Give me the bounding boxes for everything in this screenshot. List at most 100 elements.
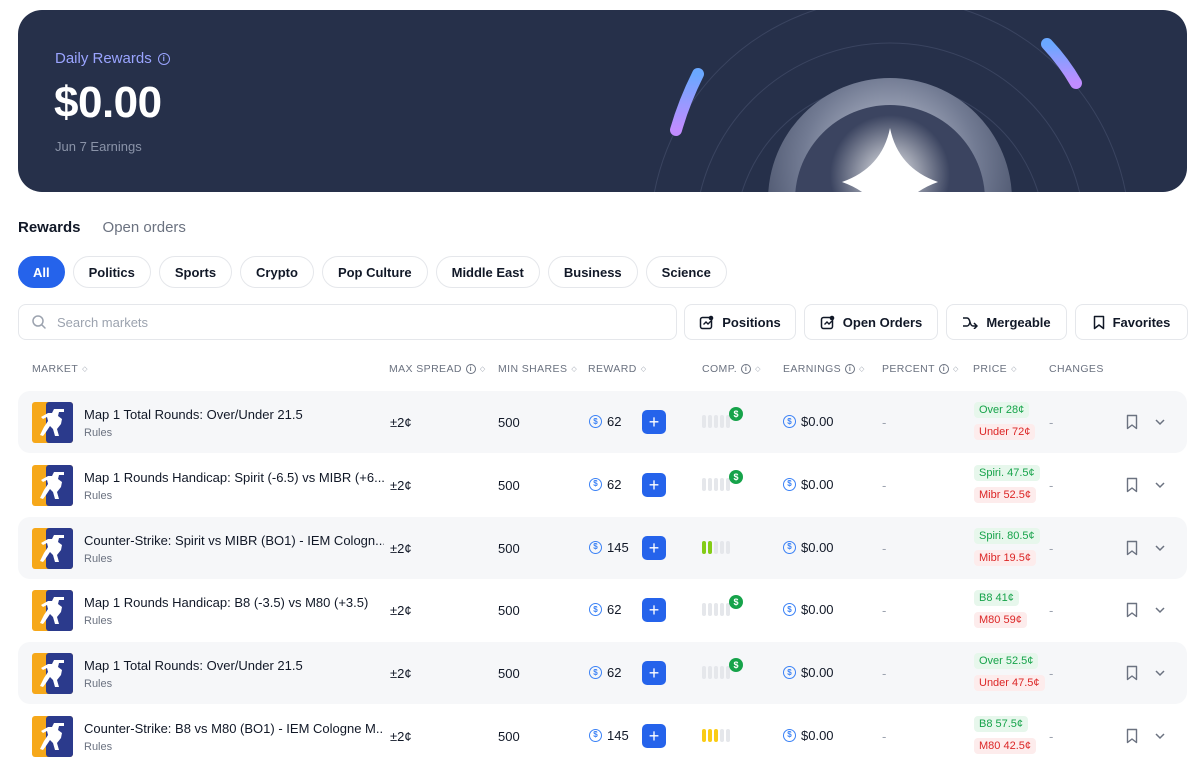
price-yes-badge[interactable]: Over 52.5¢ [974,653,1039,670]
market-name[interactable]: Map 1 Total Rounds: Over/Under 21.5 [84,407,384,422]
competition-meter [702,477,730,491]
max-spread-value: ±2¢ [390,477,412,493]
table-row[interactable]: Counter-Strike: B8 vs M80 (BO1) - IEM Co… [18,705,1187,760]
bookmark-icon[interactable] [1125,728,1139,744]
bookmark-icon[interactable] [1125,414,1139,430]
table-row[interactable]: Map 1 Total Rounds: Over/Under 21.5 Rules… [18,642,1187,705]
competition-bar [720,477,724,491]
rules-link[interactable]: Rules [84,615,112,627]
chevron-down-icon[interactable] [1153,415,1167,429]
price-no-badge[interactable]: M80 59¢ [974,612,1027,629]
reward-value: $62 [589,602,621,617]
positions-button[interactable]: Positions [684,304,796,340]
add-reward-button[interactable]: + [642,535,666,560]
max-spread-value: ±2¢ [390,666,412,682]
add-reward-button[interactable]: + [642,472,666,497]
col-min-shares[interactable]: MIN SHARES ◇ [498,363,577,375]
rules-link[interactable]: Rules [84,741,112,753]
price-yes-badge[interactable]: Over 28¢ [974,402,1030,418]
tab-rewards[interactable]: Rewards [18,219,81,236]
bookmark-icon[interactable] [1125,665,1139,681]
col-comp[interactable]: COMP. i ◇ [702,363,761,375]
table-row[interactable]: Map 1 Total Rounds: Over/Under 21.5 Rules… [18,391,1187,453]
open-orders-button[interactable]: Open Orders [804,304,938,340]
table-row[interactable]: Map 1 Rounds Handicap: B8 (-3.5) vs M80 … [18,579,1187,641]
category-pop-culture[interactable]: Pop Culture [321,256,428,288]
col-price[interactable]: PRICE ◇ [973,363,1017,375]
mergeable-button[interactable]: Mergeable [946,304,1067,340]
competition-bar [708,603,712,617]
market-name[interactable]: Map 1 Rounds Handicap: B8 (-3.5) vs M80 … [84,595,384,610]
bookmark-icon[interactable] [1125,477,1139,493]
rules-link[interactable]: Rules [84,553,112,565]
coin-icon: $ [783,477,796,491]
min-shares-value: 500 [498,728,520,744]
coin-icon: $ [783,666,796,680]
price-yes-badge[interactable]: Spiri. 80.5¢ [974,527,1040,544]
coin-icon: $ [783,728,796,742]
col-reward[interactable]: REWARD ◇ [588,363,646,375]
changes-value: - [1049,666,1054,682]
price-no-badge[interactable]: Under 72¢ [974,424,1036,440]
competition-bar [708,415,712,428]
earnings-date: Jun 7 Earnings [55,139,142,154]
bookmark-icon[interactable] [1125,602,1139,618]
rules-link[interactable]: Rules [84,490,112,502]
col-earnings[interactable]: EARNINGS i ◇ [783,363,865,375]
table-row[interactable]: Counter-Strike: Spirit vs MIBR (BO1) - I… [18,516,1187,579]
price-yes-badge[interactable]: Spiri. 47.5¢ [974,464,1040,481]
chevron-down-icon[interactable] [1153,729,1167,743]
competition-meter [702,540,730,554]
percent-value: - [882,666,887,682]
bookmark-icon[interactable] [1125,540,1139,556]
add-reward-button[interactable]: + [642,661,666,686]
price-no-badge[interactable]: Under 47.5¢ [974,675,1045,692]
counter-strike-logo [32,653,73,695]
col-percent-label: PERCENT [882,363,935,375]
rules-link[interactable]: Rules [84,678,112,690]
market-name[interactable]: Map 1 Rounds Handicap: Spirit (-6.5) vs … [84,470,384,485]
add-reward-button[interactable]: + [642,723,666,748]
add-reward-button[interactable]: + [642,410,666,434]
competition-bar [720,728,724,742]
chevron-down-icon[interactable] [1153,541,1167,555]
table-row[interactable]: Map 1 Rounds Handicap: Spirit (-6.5) vs … [18,454,1187,516]
col-percent[interactable]: PERCENT i ◇ [882,363,959,375]
chevron-down-icon[interactable] [1153,478,1167,492]
earnings-value: $ $0.00 [783,540,834,555]
category-sports[interactable]: Sports [158,256,233,288]
chevron-down-icon[interactable] [1153,666,1167,680]
market-actions: Positions Open Orders Mergeable Favorite… [684,304,1188,340]
chevron-down-icon[interactable] [1153,603,1167,617]
price-no-badge[interactable]: M80 42.5¢ [974,737,1036,754]
min-shares-value: 500 [498,415,520,430]
category-politics[interactable]: Politics [72,256,151,288]
price-yes-badge[interactable]: B8 41¢ [974,590,1019,607]
col-market[interactable]: MARKET ◇ [32,363,88,375]
market-name[interactable]: Counter-Strike: Spirit vs MIBR (BO1) - I… [84,533,384,548]
percent-value: - [882,540,887,556]
favorites-button[interactable]: Favorites [1075,304,1188,340]
rules-link[interactable]: Rules [84,427,112,439]
market-name[interactable]: Map 1 Total Rounds: Over/Under 21.5 [84,658,384,673]
market-name[interactable]: Counter-Strike: B8 vs M80 (BO1) - IEM Co… [84,721,384,736]
price-no-badge[interactable]: Mibr 52.5¢ [974,486,1036,503]
col-earnings-label: EARNINGS [783,363,842,375]
category-business[interactable]: Business [547,256,638,288]
info-icon[interactable]: i [157,52,170,65]
search-input[interactable] [57,314,657,330]
category-all[interactable]: All [18,256,65,288]
daily-rewards-amount: $0.00 [54,78,162,127]
competition-bar [720,540,724,554]
add-reward-button[interactable]: + [642,598,666,623]
category-crypto[interactable]: Crypto [240,256,314,288]
reward-value: $145 [589,540,629,555]
tab-open-orders[interactable]: Open orders [103,219,186,236]
price-no-badge[interactable]: Mibr 19.5¢ [974,549,1036,566]
coin-icon: $ [589,603,602,617]
category-science[interactable]: Science [645,256,727,288]
changes-value: - [1049,603,1054,619]
col-max-spread[interactable]: MAX SPREAD i ◇ [389,363,486,375]
category-middle-east[interactable]: Middle East [435,256,540,288]
price-yes-badge[interactable]: B8 57.5¢ [974,715,1029,732]
